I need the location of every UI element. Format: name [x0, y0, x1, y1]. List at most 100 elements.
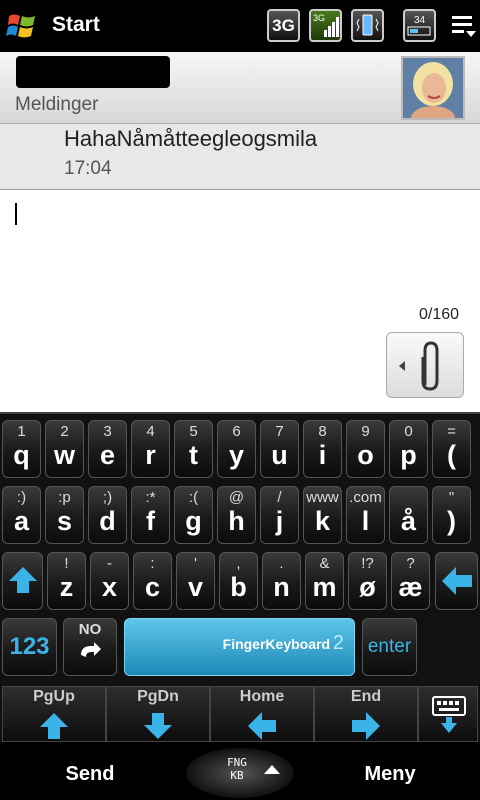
key-row2-9[interactable]: å — [389, 486, 428, 544]
key-row2-8[interactable]: .com l — [346, 486, 385, 544]
arrow-left-icon — [248, 712, 276, 740]
key-row2-3[interactable]: :* f — [131, 486, 170, 544]
key-row2-10[interactable]: ") — [432, 486, 471, 544]
key-row2-0[interactable]: :) a — [2, 486, 41, 544]
key-secondary-label: :) — [16, 489, 27, 506]
home-key[interactable]: Home — [210, 686, 314, 742]
message-bubble[interactable]: HahaNåmåtteegleogsmila 17:04 — [0, 124, 480, 190]
compose-area[interactable]: 0/160 — [0, 190, 480, 412]
windows-logo-icon[interactable] — [6, 10, 38, 42]
key-row1-3[interactable]: 4r — [131, 420, 170, 478]
key-row1-5[interactable]: 6y — [217, 420, 256, 478]
key-row2-5[interactable]: @ h — [217, 486, 256, 544]
key-primary-label: ( — [447, 440, 456, 470]
key-secondary-label: 5 — [189, 423, 198, 440]
space-key[interactable]: FingerKeyboard 2 — [124, 618, 355, 676]
key-row3-0[interactable]: ! z — [47, 552, 86, 610]
space-key-superscript: 2 — [332, 632, 344, 654]
hide-keyboard-key[interactable] — [418, 686, 478, 742]
pgup-key[interactable]: PgUp — [2, 686, 106, 742]
key-primary-label: r — [145, 440, 156, 470]
pgdn-label: PgDn — [137, 688, 179, 705]
key-row1-1[interactable]: 2w — [45, 420, 84, 478]
key-row1-10[interactable]: =( — [432, 420, 471, 478]
language-key[interactable]: NO — [63, 618, 117, 676]
numbers-key[interactable]: 123 — [2, 618, 57, 676]
pgdn-key[interactable]: PgDn — [106, 686, 210, 742]
key-primary-label: a — [13, 506, 30, 536]
end-label: End — [350, 688, 382, 705]
space-key-label: FingerKeyboard — [222, 636, 330, 652]
start-label[interactable]: Start — [52, 13, 100, 37]
key-row3-1[interactable]: -x — [90, 552, 129, 610]
battery-level-label: 34 — [414, 15, 426, 26]
message-text: HahaNåmåtteegleogsmila — [64, 126, 318, 151]
key-primary-label: k — [314, 506, 331, 536]
key-row3-8[interactable]: ? æ — [391, 552, 430, 610]
key-primary-label: i — [318, 440, 327, 470]
key-secondary-label: - — [107, 555, 112, 572]
key-row2-4[interactable]: :(g — [174, 486, 213, 544]
header-subtitle: Meldinger — [15, 94, 99, 115]
home-label: Home — [239, 688, 285, 705]
finger-keyboard: 1 q 2 w 3 e 4 r 5 t 6 y 7 u 8 i 9 o 0 p =( :) a:p s;) d:* f:(g @ h… — [0, 412, 480, 742]
key-row3-4[interactable]: ,b — [219, 552, 258, 610]
key-secondary-label: 2 — [60, 423, 69, 440]
shift-key-left[interactable] — [2, 552, 43, 610]
key-primary-label: z — [59, 572, 74, 602]
contact-avatar[interactable] — [401, 56, 465, 120]
kb-line: KB — [230, 769, 244, 782]
key-row3-5[interactable]: .n — [262, 552, 301, 610]
key-primary-label: j — [275, 506, 284, 536]
key-row1-6[interactable]: 7u — [260, 420, 299, 478]
key-primary-label: x — [101, 572, 118, 602]
pgup-label: PgUp — [33, 688, 75, 705]
paperclip-icon — [399, 341, 439, 391]
key-primary-label: n — [273, 572, 290, 602]
key-row1-0[interactable]: 1q — [2, 420, 41, 478]
key-row2-7[interactable]: www k — [303, 486, 342, 544]
key-row3-7[interactable]: !? ø — [348, 552, 387, 610]
network-3g-icon[interactable]: 3G — [267, 9, 300, 42]
menu-softkey[interactable]: Meny — [300, 742, 480, 800]
end-key[interactable]: End — [314, 686, 418, 742]
battery-icon[interactable]: 34 — [403, 9, 436, 42]
send-softkey[interactable]: Send — [0, 742, 180, 800]
softkey-bar: Send FNG KB Meny — [0, 742, 480, 800]
fng-line: FNG — [227, 756, 247, 769]
vibrate-icon[interactable] — [351, 9, 384, 42]
menu-dropdown-icon[interactable] — [450, 12, 478, 40]
key-row2-2[interactable]: ;) d — [88, 486, 127, 544]
status-bar: Start 3G 3G 34 — [0, 0, 480, 52]
numbers-key-label: 123 — [9, 633, 50, 660]
key-row1-9[interactable]: 0p — [389, 420, 428, 478]
key-row3-6[interactable]: & m — [305, 552, 344, 610]
key-secondary-label: : — [150, 555, 155, 572]
key-row2-1[interactable]: :p s — [45, 486, 84, 544]
key-row3-3[interactable]: ' v — [176, 552, 215, 610]
key-secondary-label: 9 — [361, 423, 370, 440]
key-secondary-label: , — [236, 555, 241, 572]
key-primary-label: m — [312, 572, 337, 602]
key-row2-6[interactable]: / j — [260, 486, 299, 544]
arrow-down-icon — [144, 713, 172, 739]
key-secondary-label: 4 — [146, 423, 155, 440]
key-row1-4[interactable]: 5t — [174, 420, 213, 478]
fng-keyboard-button[interactable]: FNG KB — [186, 748, 294, 798]
key-row1-8[interactable]: 9o — [346, 420, 385, 478]
key-primary-label: f — [146, 506, 155, 536]
key-secondary-label: 1 — [17, 423, 26, 440]
attach-button[interactable] — [386, 332, 464, 398]
key-row3-2[interactable]: :c — [133, 552, 172, 610]
key-secondary-label: :p — [58, 489, 71, 506]
key-row1-7[interactable]: 8i — [303, 420, 342, 478]
backspace-key[interactable] — [435, 552, 478, 610]
key-primary-label: y — [228, 440, 245, 470]
fng-kb-logo: FNG KB — [220, 756, 254, 782]
enter-key[interactable]: enter — [362, 618, 417, 676]
key-secondary-label: :* — [145, 489, 156, 506]
key-row1-2[interactable]: 3e — [88, 420, 127, 478]
key-primary-label: ) — [447, 506, 456, 536]
key-secondary-label: ! — [64, 555, 69, 572]
signal-strength-icon[interactable]: 3G — [309, 9, 342, 42]
